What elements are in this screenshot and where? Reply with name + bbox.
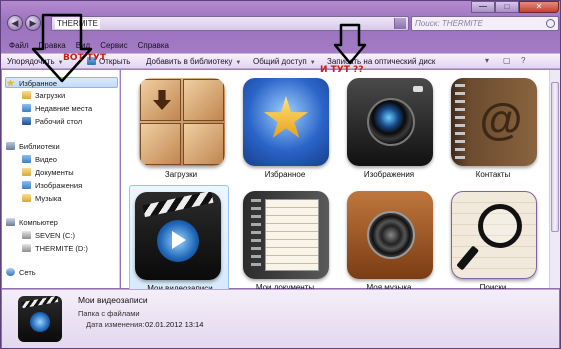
tile-label: Избранное <box>264 170 306 179</box>
search-magnifier-icon <box>451 191 537 279</box>
recent-places-icon <box>22 104 31 112</box>
nav-music[interactable]: Музыка <box>22 193 62 204</box>
star-icon <box>6 79 15 87</box>
refresh-icon[interactable] <box>394 18 406 29</box>
desktop-icon <box>22 117 31 125</box>
video-library-icon <box>22 155 31 163</box>
details-modified-label: Дата изменения: <box>86 320 145 329</box>
computer-icon <box>6 218 15 226</box>
preview-pane-icon[interactable]: ▢ <box>503 56 511 65</box>
close-button[interactable]: ✕ <box>519 1 559 13</box>
tile-my-videos[interactable]: Мои видеозаписи <box>129 185 229 293</box>
pictures-library-icon <box>22 181 31 189</box>
network-icon <box>6 268 15 276</box>
explorer-window: ◀ ▶ THERMITE Поиск: THERMITE — □ ✕ Файл … <box>0 0 561 349</box>
details-pane: Мои видеозаписи Папка с файлами Дата изм… <box>2 289 559 348</box>
nav-libraries[interactable]: Библиотеки <box>6 141 60 152</box>
contacts-icon: @ <box>451 78 537 166</box>
back-button[interactable]: ◀ <box>7 15 23 31</box>
menu-file[interactable]: Файл <box>9 39 29 52</box>
tile-label: Контакты <box>475 170 511 179</box>
nav-pictures[interactable]: Изображения <box>22 180 82 191</box>
menu-tools[interactable]: Сервис <box>100 39 127 52</box>
downloads-icon <box>139 78 225 166</box>
documents-library-icon <box>22 168 31 176</box>
search-input[interactable]: Поиск: THERMITE <box>411 16 559 31</box>
speaker-icon <box>347 191 433 279</box>
nav-recent[interactable]: Недавние места <box>22 103 92 114</box>
tile-label: Изображения <box>363 170 415 179</box>
tile-searches[interactable]: Поиски <box>438 185 538 293</box>
video-folder-thumbnail <box>18 296 62 342</box>
add-to-library-button[interactable]: Добавить в библиотеку ▼ <box>146 56 241 69</box>
nav-network[interactable]: Сеть <box>6 267 36 278</box>
nav-desktop[interactable]: Рабочий стол <box>22 116 82 127</box>
nav-documents[interactable]: Документы <box>22 167 74 178</box>
file-view: Загрузки Избранное Изображения @ Контакт… <box>121 70 549 293</box>
annotation-text-right: И ТУТ ?? <box>320 65 364 75</box>
minimize-button[interactable]: — <box>471 1 495 13</box>
search-icon[interactable] <box>546 19 555 28</box>
details-type: Папка с файлами <box>78 309 140 318</box>
downloads-folder-icon <box>22 91 31 99</box>
music-library-icon <box>22 194 31 202</box>
menu-help[interactable]: Справка <box>138 39 169 52</box>
tile-my-music[interactable]: Моя музыка <box>334 185 434 293</box>
navigation-pane: Избранное Загрузки Недавние места Рабочи… <box>2 70 120 288</box>
scrollbar-thumb[interactable] <box>551 82 559 232</box>
drive-icon <box>22 244 31 252</box>
vertical-scrollbar[interactable] <box>549 70 560 288</box>
share-button[interactable]: Общий доступ ▼ <box>253 56 316 69</box>
nav-drive-c[interactable]: SEVEN (C:) <box>22 230 75 241</box>
tile-pictures[interactable]: Изображения <box>334 72 434 180</box>
nav-computer[interactable]: Компьютер <box>6 217 58 228</box>
libraries-icon <box>6 142 15 150</box>
search-placeholder: Поиск: THERMITE <box>415 19 483 28</box>
annotation-arrow-right <box>333 23 367 65</box>
tile-favorites[interactable]: Избранное <box>230 72 330 180</box>
tile-my-documents[interactable]: Мои документы <box>230 185 330 293</box>
camera-icon <box>347 78 433 166</box>
video-icon <box>135 192 221 280</box>
drive-icon <box>22 231 31 239</box>
tile-downloads[interactable]: Загрузки <box>126 72 226 180</box>
nav-downloads[interactable]: Загрузки <box>22 90 65 101</box>
maximize-button[interactable]: □ <box>495 1 519 13</box>
view-options-icon[interactable]: ▾ <box>485 56 489 65</box>
nav-video[interactable]: Видео <box>22 154 57 165</box>
help-icon[interactable]: ? <box>521 56 525 65</box>
details-modified-value: 02.01.2012 13:14 <box>145 320 204 329</box>
nav-drive-d[interactable]: THERMITE (D:) <box>22 243 88 254</box>
annotation-text-left: ВОТ ТУТ <box>63 53 107 63</box>
details-name: Мои видеозаписи <box>78 295 148 305</box>
annotation-arrow-left <box>31 13 93 83</box>
favorites-icon <box>243 78 329 166</box>
tile-label: Загрузки <box>164 170 198 179</box>
tile-contacts[interactable]: @ Контакты <box>438 72 538 180</box>
documents-icon <box>243 191 329 279</box>
